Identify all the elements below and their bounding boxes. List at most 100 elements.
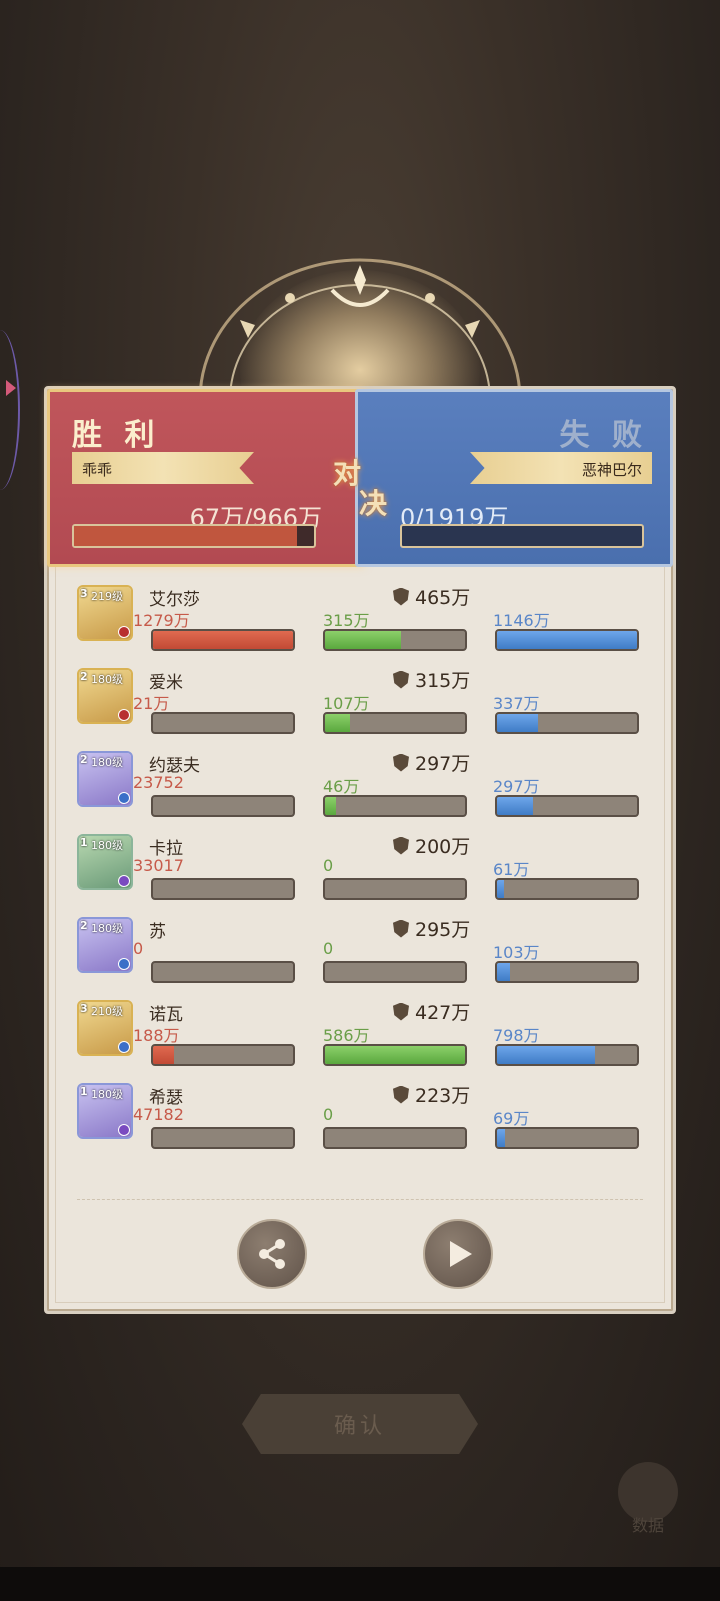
hero-power: 200万 bbox=[393, 832, 470, 859]
hero-star: 3 bbox=[80, 587, 88, 600]
victory-player-banner: 乖乖 bbox=[72, 452, 254, 484]
hero-row: 2 180级 约瑟夫 297万 23752 46万 297万 bbox=[77, 749, 657, 829]
hero-row: 3 219级 艾尔莎 465万 1279万 315万 1146万 bbox=[77, 583, 657, 663]
hero-row: 2 180级 苏 295万 0 0 103万 bbox=[77, 915, 657, 995]
taken-value: 337万 bbox=[493, 694, 540, 713]
victory-title: 胜 利 bbox=[72, 418, 161, 453]
heal-bar bbox=[323, 1127, 467, 1149]
taken-value: 103万 bbox=[493, 943, 540, 962]
hero-power-value: 315万 bbox=[415, 670, 471, 692]
versus-label: 对 决 bbox=[333, 459, 387, 519]
shield-icon bbox=[393, 670, 409, 689]
heal-bar-fill bbox=[325, 1046, 465, 1064]
damage-bar bbox=[151, 961, 295, 983]
heal-value: 46万 bbox=[323, 777, 360, 796]
damage-bar-fill bbox=[153, 1046, 174, 1064]
taken-bar-fill bbox=[497, 714, 538, 732]
taken-bar-fill bbox=[497, 963, 510, 981]
shield-icon bbox=[393, 1085, 409, 1104]
heal-value: 315万 bbox=[323, 611, 370, 630]
taken-bar-fill bbox=[497, 631, 637, 649]
hero-row: 2 180级 爱米 315万 21万 107万 337万 bbox=[77, 666, 657, 746]
hero-level: 180级 bbox=[91, 839, 123, 852]
heal-bar bbox=[323, 878, 467, 900]
replay-button[interactable] bbox=[423, 1219, 493, 1289]
hero-level: 210级 bbox=[91, 1005, 123, 1018]
element-badge-icon bbox=[118, 875, 130, 887]
hero-star: 1 bbox=[80, 1085, 88, 1098]
hero-level: 180级 bbox=[91, 1088, 123, 1101]
hero-power: 297万 bbox=[393, 749, 470, 776]
hero-avatar[interactable]: 2 180级 bbox=[77, 751, 133, 807]
hero-avatar[interactable]: 3 210级 bbox=[77, 1000, 133, 1056]
hero-power: 465万 bbox=[393, 583, 470, 610]
hero-power-value: 427万 bbox=[415, 1002, 471, 1024]
defeat-title: 失 败 bbox=[559, 418, 648, 453]
hero-power: 427万 bbox=[393, 998, 470, 1025]
hero-level: 180级 bbox=[91, 922, 123, 935]
data-button[interactable]: 数据 bbox=[612, 1462, 684, 1542]
taken-bar-fill bbox=[497, 797, 534, 815]
damage-value: 47182 bbox=[133, 1105, 184, 1124]
element-badge-icon bbox=[118, 1124, 130, 1136]
hero-avatar[interactable]: 1 180级 bbox=[77, 1083, 133, 1139]
shield-icon bbox=[393, 919, 409, 938]
confirm-button[interactable]: 确认 bbox=[242, 1394, 478, 1454]
hero-star: 2 bbox=[80, 753, 88, 766]
heal-bar bbox=[323, 795, 467, 817]
heal-value: 107万 bbox=[323, 694, 370, 713]
share-button[interactable] bbox=[237, 1219, 307, 1289]
hero-star: 2 bbox=[80, 670, 88, 683]
heal-bar bbox=[323, 712, 467, 734]
heal-bar-fill bbox=[325, 714, 351, 732]
hero-star: 2 bbox=[80, 919, 88, 932]
heal-bar-fill bbox=[325, 631, 401, 649]
taken-bar-fill bbox=[497, 880, 504, 898]
side-expand-arrow-icon[interactable] bbox=[6, 380, 16, 396]
system-nav-bar bbox=[0, 1567, 720, 1601]
battle-result-panel: 胜 利 乖乖 67万/966万 失 败 恶神巴尔 0/1919万 对 决 3 2… bbox=[44, 386, 676, 1314]
list-divider bbox=[77, 1199, 643, 1200]
heal-bar bbox=[323, 961, 467, 983]
share-icon bbox=[259, 1239, 285, 1269]
hero-power-value: 465万 bbox=[415, 587, 471, 609]
taken-value: 1146万 bbox=[493, 611, 550, 630]
hero-avatar[interactable]: 2 180级 bbox=[77, 917, 133, 973]
hero-power-value: 297万 bbox=[415, 753, 471, 775]
hero-level: 180级 bbox=[91, 756, 123, 769]
damage-value: 0 bbox=[133, 939, 144, 958]
damage-value: 33017 bbox=[133, 856, 184, 875]
taken-value: 69万 bbox=[493, 1109, 530, 1128]
heal-value: 586万 bbox=[323, 1026, 370, 1045]
damage-bar bbox=[151, 1044, 295, 1066]
heal-bar bbox=[323, 1044, 467, 1066]
damage-bar bbox=[151, 712, 295, 734]
hero-avatar[interactable]: 3 219级 bbox=[77, 585, 133, 641]
damage-bar bbox=[151, 1127, 295, 1149]
victory-player-name: 乖乖 bbox=[82, 461, 113, 479]
taken-bar bbox=[495, 712, 639, 734]
damage-bar bbox=[151, 795, 295, 817]
taken-bar bbox=[495, 1127, 639, 1149]
element-badge-icon bbox=[118, 792, 130, 804]
damage-value: 23752 bbox=[133, 773, 184, 792]
taken-bar bbox=[495, 878, 639, 900]
damage-bar bbox=[151, 878, 295, 900]
taken-value: 798万 bbox=[493, 1026, 540, 1045]
element-badge-icon bbox=[118, 1041, 130, 1053]
victory-power-fill bbox=[74, 526, 298, 546]
hero-avatar[interactable]: 2 180级 bbox=[77, 668, 133, 724]
confirm-label: 确认 bbox=[333, 1414, 386, 1439]
hero-avatar[interactable]: 1 180级 bbox=[77, 834, 133, 890]
damage-bar-fill bbox=[153, 631, 293, 649]
element-badge-icon bbox=[118, 626, 130, 638]
hero-power-value: 223万 bbox=[415, 1085, 471, 1107]
taken-bar bbox=[495, 1044, 639, 1066]
element-badge-icon bbox=[118, 958, 130, 970]
taken-bar bbox=[495, 961, 639, 983]
taken-bar bbox=[495, 629, 639, 651]
defeat-player-banner: 恶神巴尔 bbox=[470, 452, 652, 484]
heal-bar-fill bbox=[325, 797, 337, 815]
hero-star: 1 bbox=[80, 836, 88, 849]
taken-value: 61万 bbox=[493, 860, 530, 879]
